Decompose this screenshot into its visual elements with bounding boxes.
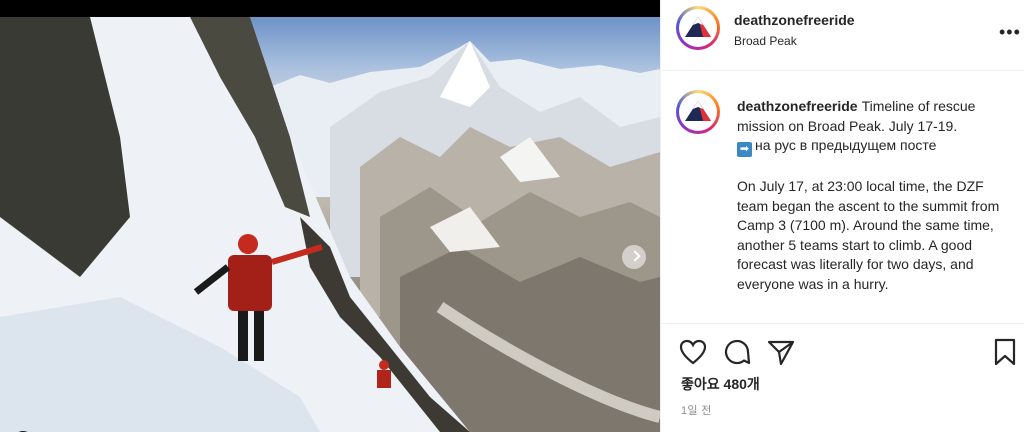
- heart-icon[interactable]: [677, 336, 709, 368]
- caption-avatar[interactable]: [676, 90, 720, 134]
- mountain-scene-illustration: [0, 17, 660, 432]
- next-image-button[interactable]: [622, 245, 646, 269]
- mountain-logo-icon: [685, 17, 711, 37]
- caption-section: deathzonefreeride Timeline of rescue miss…: [661, 71, 1024, 324]
- profile-avatar[interactable]: [676, 6, 720, 50]
- second-climber-figure: [377, 360, 391, 388]
- post-timestamp[interactable]: 1일 전: [681, 402, 712, 418]
- bookmark-icon[interactable]: [989, 336, 1021, 368]
- likes-count[interactable]: 좋아요 480개: [681, 374, 760, 394]
- viewer-top-bar: [0, 0, 660, 17]
- header-username[interactable]: deathzonefreeride: [734, 12, 855, 28]
- mountain-logo-icon: [685, 101, 711, 121]
- send-icon[interactable]: [765, 336, 797, 368]
- post-header: deathzonefreeride Broad Peak •••: [661, 0, 1024, 71]
- caption-username[interactable]: deathzonefreeride: [737, 98, 858, 114]
- post-side-panel: deathzonefreeride Broad Peak ••• deathzo…: [660, 0, 1024, 432]
- caption-line-2: на рус в предыдущем посте: [755, 137, 937, 153]
- action-bar: [661, 336, 1024, 370]
- arrow-right-emoji-icon: ➡: [737, 142, 752, 157]
- more-options-icon[interactable]: •••: [999, 22, 1021, 43]
- comment-icon[interactable]: [721, 336, 753, 368]
- caption-text: deathzonefreeride Timeline of rescue miss…: [737, 97, 1007, 294]
- location-link[interactable]: Broad Peak: [734, 34, 797, 48]
- caption-paragraph-2: On July 17, at 23:00 local time, the DZF…: [737, 178, 1000, 292]
- post-image[interactable]: [0, 17, 660, 432]
